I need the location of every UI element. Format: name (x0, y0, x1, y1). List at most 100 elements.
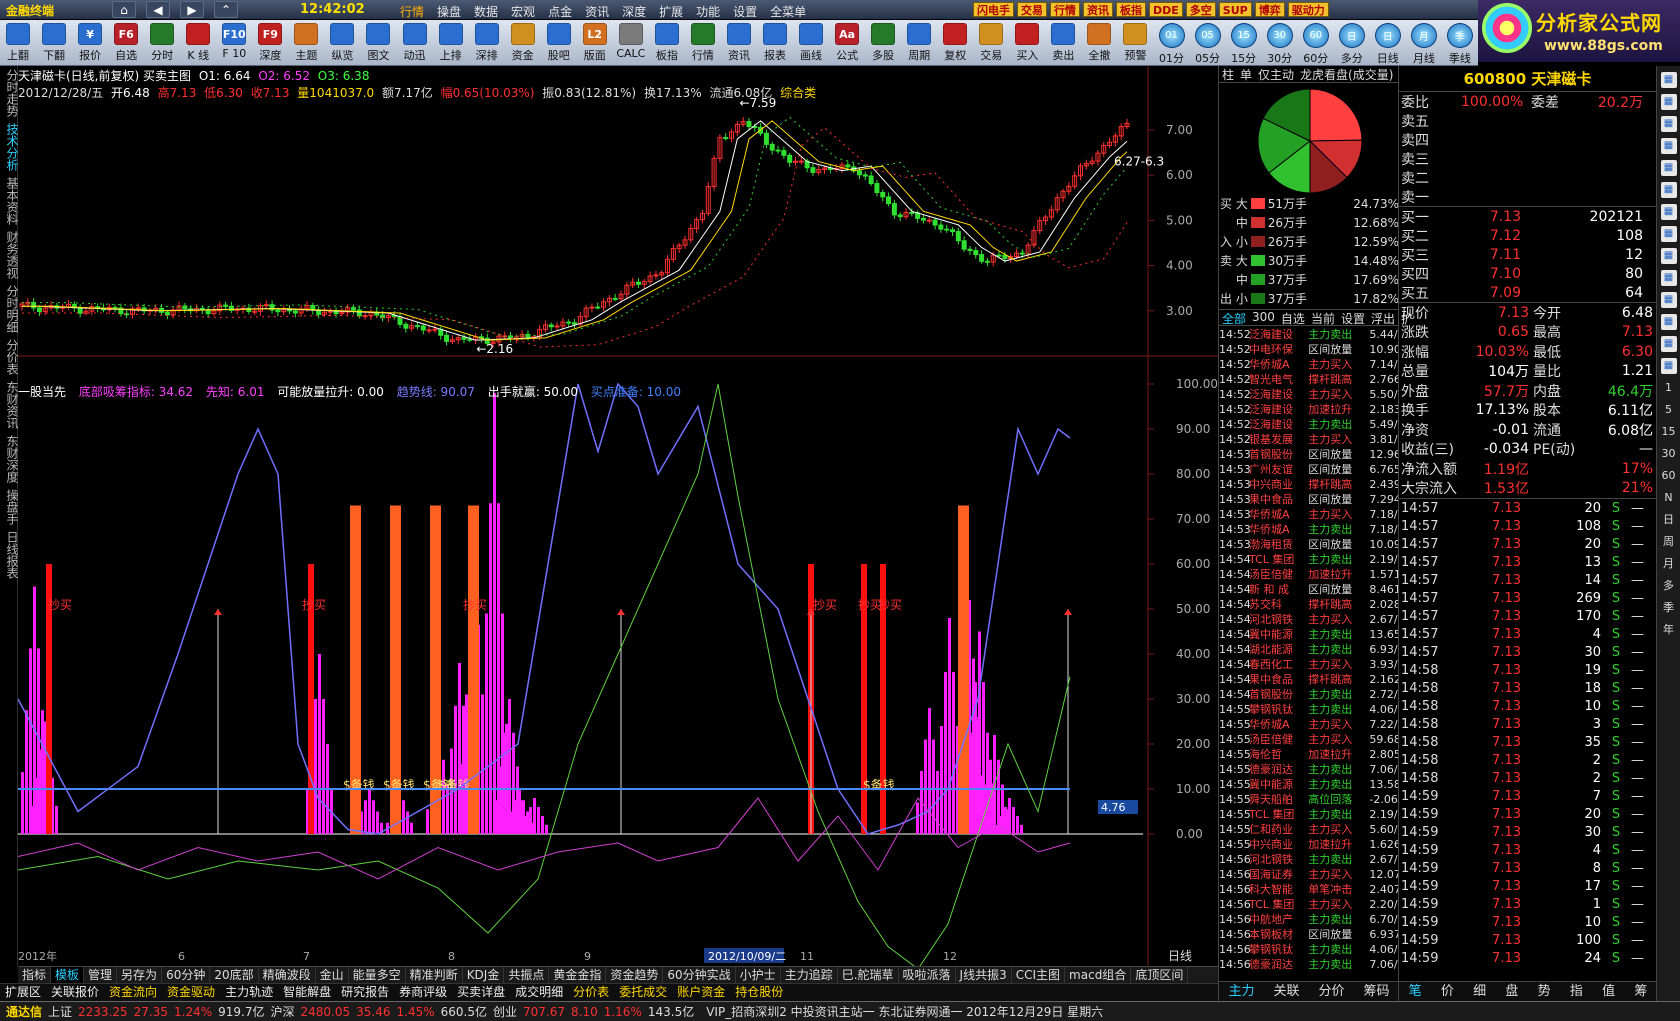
toolbar-button-0[interactable]: 上翻 (0, 20, 36, 66)
left-tab-4[interactable]: 分时明细 (0, 282, 19, 336)
deal-row[interactable]: 14:52泛海建设 主力卖出 5.49/3 (1219, 417, 1399, 432)
deal-row[interactable]: 14:54首钢股份 主力卖出 2.72/2 (1219, 687, 1399, 702)
badge-7[interactable]: SUP (1218, 2, 1252, 17)
strip-period-8[interactable]: 月 (1661, 556, 1677, 572)
formula-tab-15[interactable]: 小护士 (736, 967, 781, 983)
tool-icon[interactable]: ▦ (1660, 314, 1677, 330)
toolbar-button-19[interactable]: 行情 (685, 20, 721, 66)
formula-tab-21[interactable]: macd组合 (1065, 967, 1132, 983)
badge-3[interactable]: 资讯 (1083, 2, 1113, 17)
deal-row[interactable]: 14:52 泛海建设 加速拉升 2.183 (1219, 402, 1399, 417)
right-bottom-tab-7[interactable]: 筹 (1625, 982, 1657, 1001)
right-bottom-tab-6[interactable]: 值 (1593, 982, 1625, 1001)
toolbar-button-31[interactable]: 预警 (1117, 20, 1153, 66)
ext-tab-10[interactable]: 分价表 (568, 984, 614, 1001)
toolbar-button-38[interactable]: 日日线 (1370, 20, 1406, 66)
badge-8[interactable]: 博弈 (1254, 2, 1285, 17)
deal-row[interactable]: 14:55冀中能源 主力卖出 13.58/ (1219, 777, 1399, 792)
formula-tab-19[interactable]: J线共振3 (956, 967, 1012, 983)
tool-icon[interactable]: ▦ (1660, 248, 1677, 264)
menu-5[interactable]: 资讯 (585, 3, 609, 20)
formula-tab-0[interactable]: 指标 (18, 967, 52, 983)
toolbar-button-9[interactable]: 纵览 (324, 20, 360, 66)
toolbar-button-18[interactable]: 板指 (649, 20, 685, 66)
deal-row[interactable]: 14:53华侨城A 主力买入 7.18/4 (1219, 507, 1399, 522)
mid-bottom-tab-1[interactable]: 关联 (1264, 982, 1309, 1001)
toolbar-button-40[interactable]: 季季线 (1442, 20, 1478, 66)
menu-3[interactable]: 宏观 (511, 3, 535, 20)
toolbar-button-35[interactable]: 30 30分 (1262, 20, 1298, 66)
strip-period-10[interactable]: 季 (1661, 600, 1677, 616)
badge-0[interactable]: 闪电手 (973, 2, 1014, 17)
toolbar-button-22[interactable]: 画线 (793, 20, 829, 66)
toolbar-button-33[interactable]: 05 05分 (1190, 20, 1226, 66)
deal-row[interactable]: 14:55舜天船舶 高位回落 -2.066 (1219, 792, 1399, 807)
deal-tab-1[interactable]: 300 (1249, 310, 1278, 325)
badge-5[interactable]: DDE (1149, 2, 1183, 17)
deal-row[interactable]: 14:53渤海租赁 区间放量 10.090 (1219, 537, 1399, 552)
strip-period-4[interactable]: 60 (1661, 468, 1677, 484)
badge-9[interactable]: 驱动力 (1287, 2, 1329, 17)
formula-tab-8[interactable]: 能量多空 (349, 967, 406, 983)
badge-6[interactable]: 多空 (1185, 2, 1216, 17)
formula-tab-18[interactable]: 吸啦派落 (899, 967, 956, 983)
strip-period-6[interactable]: 日 (1661, 512, 1677, 528)
menu-7[interactable]: 扩展 (659, 3, 683, 20)
strip-period-1[interactable]: 5 (1661, 402, 1677, 418)
deal-row[interactable]: 14:56 本钢板材 区间放量 6.937 (1219, 927, 1399, 942)
toolbar-button-25[interactable]: 周期 (901, 20, 937, 66)
badge-1[interactable]: 交易 (1017, 2, 1047, 17)
formula-tab-5[interactable]: 20底部 (210, 967, 259, 983)
right-bottom-tab-0[interactable]: 笔 (1399, 982, 1431, 1001)
ext-tab-5[interactable]: 智能解盘 (278, 984, 336, 1001)
deal-row[interactable]: 14:54河北钢铁 主力买入 2.67/3 (1219, 612, 1399, 627)
toolbar-button-21[interactable]: 报表 (757, 20, 793, 66)
formula-tab-1[interactable]: 模板 (51, 967, 85, 983)
toolbar-button-15[interactable]: 股吧 (541, 20, 577, 66)
menu-10[interactable]: 全菜单 (770, 3, 806, 20)
toolbar-button-37[interactable]: 日多分 (1334, 20, 1370, 66)
toolbar-button-36[interactable]: 60 60分 (1298, 20, 1334, 66)
right-bottom-tab-3[interactable]: 盘 (1496, 982, 1528, 1001)
tool-icon[interactable]: ▦ (1660, 138, 1677, 154)
left-tab-6[interactable]: 东财资讯 (0, 378, 19, 432)
toolbar-button-32[interactable]: 01 01分 (1154, 20, 1190, 66)
left-tab-5[interactable]: 分价表 (0, 336, 19, 378)
toolbar-button-16[interactable]: L2 版面 (577, 20, 613, 66)
toolbar-button-24[interactable]: 多股 (865, 20, 901, 66)
right-bottom-tab-5[interactable]: 指 (1560, 982, 1592, 1001)
ext-tab-6[interactable]: 研究报告 (336, 984, 394, 1001)
formula-tab-17[interactable]: 巳.舵瑞草 (838, 967, 899, 983)
deal-row[interactable]: 14:55 中兴商业 加速拉升 1.626 (1219, 837, 1399, 852)
toolbar-button-12[interactable]: 上排 (433, 20, 469, 66)
toolbar-button-28[interactable]: 买入 (1009, 20, 1045, 66)
toolbar-button-5[interactable]: K 线 (180, 20, 216, 66)
deal-row[interactable]: 14:56德豪润达 主力卖出 7.06/2 (1219, 957, 1399, 972)
mid-bottom-tab-3[interactable]: 筹码 (1354, 982, 1399, 1001)
deal-row[interactable]: 14:53 广州友谊 区间放量 6.765 (1219, 462, 1399, 477)
deal-row[interactable]: 14:56TCL 集团主力买入 2.20/1 (1219, 897, 1399, 912)
mid-tab-1[interactable]: 单 (1237, 66, 1255, 82)
left-tab-8[interactable]: 操盘手 (0, 486, 19, 528)
deal-row[interactable]: 14:56河北钢铁 主力卖出 2.67/3 (1219, 852, 1399, 867)
deal-row[interactable]: 14:55 海伦哲 加速拉升 2.805 (1219, 747, 1399, 762)
formula-tab-3[interactable]: 另存为 (117, 967, 163, 983)
deal-row[interactable]: 14:53 果中食品 区间放量 7.294 (1219, 492, 1399, 507)
right-bottom-tab-4[interactable]: 势 (1528, 982, 1560, 1001)
deal-row[interactable]: 14:52泛海建设 主力卖出 5.44/5 (1219, 327, 1399, 342)
formula-tab-9[interactable]: 精准判断 (406, 967, 463, 983)
formula-tab-10[interactable]: KDJ金 (463, 967, 505, 983)
ext-tab-8[interactable]: 买卖详盘 (452, 984, 510, 1001)
toolbar-button-23[interactable]: Aa 公式 (829, 20, 865, 66)
deal-row[interactable]: 14:52华侨城A 主力买入 7.14/5 (1219, 357, 1399, 372)
toolbar-button-14[interactable]: 资金 (505, 20, 541, 66)
formula-tab-20[interactable]: CCI主图 (1012, 967, 1066, 983)
menu-0[interactable]: 行情 (400, 3, 424, 20)
deal-row[interactable]: 14:52 智光电气 撑杆跳高 2.766 (1219, 372, 1399, 387)
strip-period-0[interactable]: 1 (1661, 380, 1677, 396)
strip-period-7[interactable]: 周 (1661, 534, 1677, 550)
right-bottom-tab-1[interactable]: 价 (1431, 982, 1463, 1001)
toolbar-button-27[interactable]: 交易 (973, 20, 1009, 66)
deal-tab-0[interactable]: 全部 (1219, 310, 1249, 326)
toolbar-button-13[interactable]: 深排 (469, 20, 505, 66)
